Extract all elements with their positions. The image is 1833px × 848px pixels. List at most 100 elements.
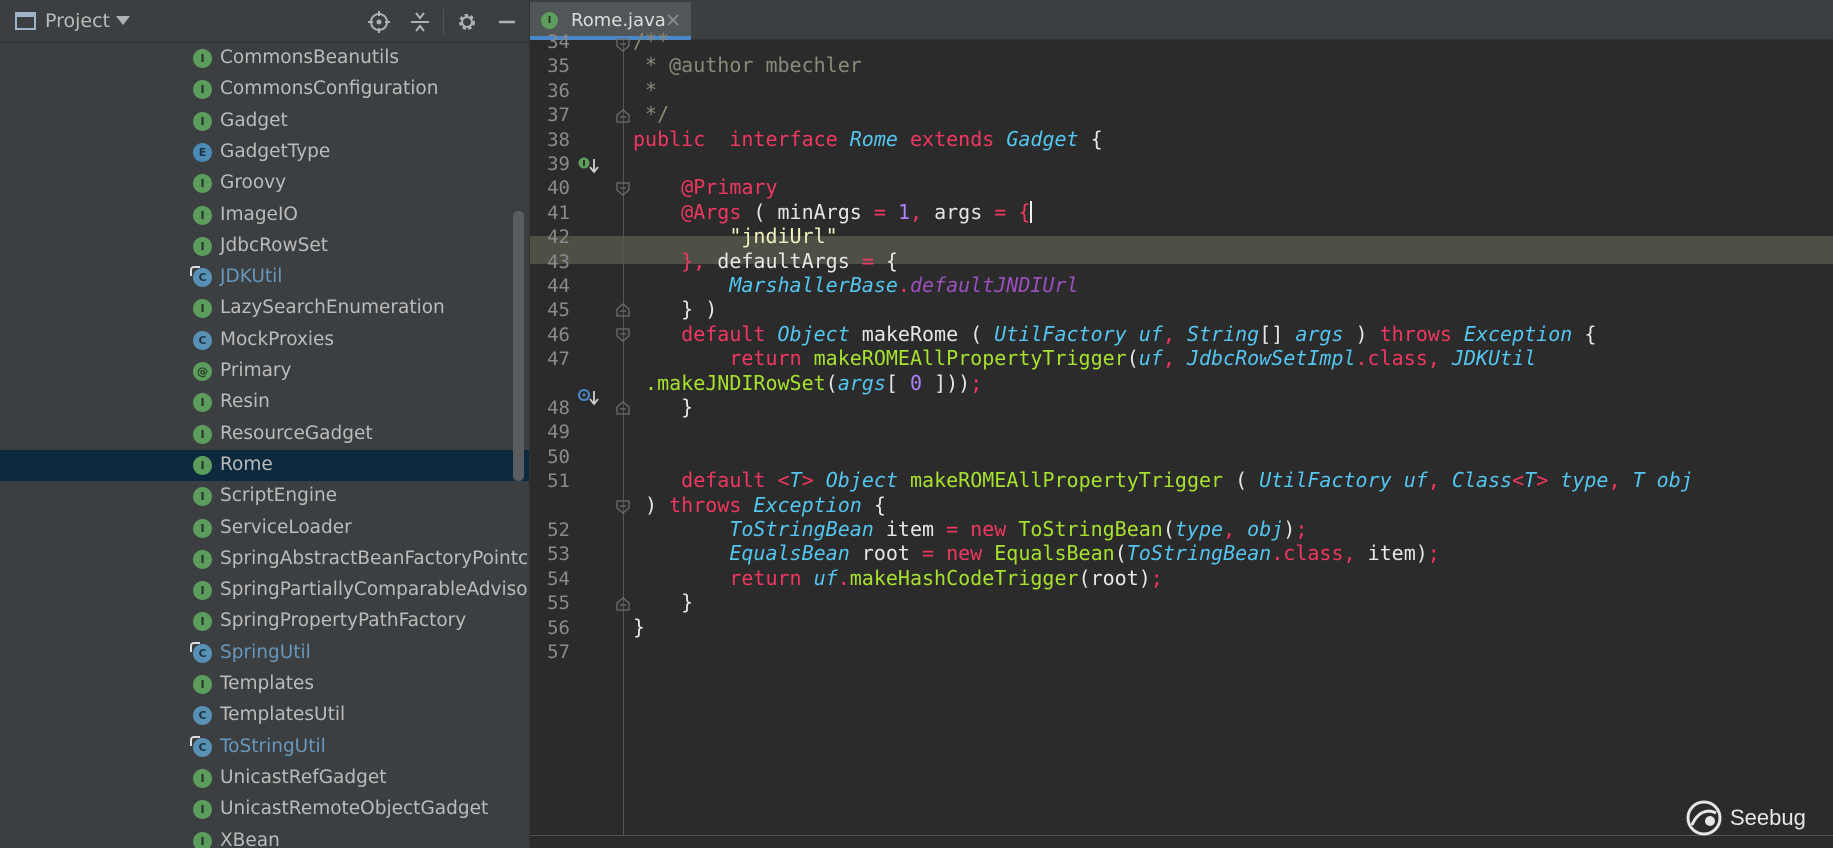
fold-marker-icon[interactable] bbox=[616, 182, 630, 196]
locate-target-icon[interactable] bbox=[368, 11, 390, 33]
tree-item-label: LazySearchEnumeration bbox=[220, 297, 445, 319]
tree-item-label: ResourceGadget bbox=[220, 422, 373, 444]
tree-item-label: UnicastRemoteObjectGadget bbox=[220, 798, 489, 820]
code-token: 0 bbox=[909, 370, 923, 395]
code-token: , bbox=[909, 199, 923, 224]
tree-item-rome[interactable]: I Rome bbox=[0, 449, 529, 481]
tree-item-serviceloader[interactable]: I ServiceLoader bbox=[0, 513, 529, 544]
tree-item-resourcegadget[interactable]: I ResourceGadget bbox=[0, 419, 529, 450]
code-token: ( bbox=[1223, 468, 1260, 493]
tree-item-springpartiallycomparableadvisorh[interactable]: I SpringPartiallyComparableAdvisorH bbox=[0, 575, 529, 606]
code-token: Rome bbox=[849, 126, 898, 151]
tree-item-templatesutil[interactable]: C TemplatesUtil bbox=[0, 700, 529, 731]
code-token: ; bbox=[1150, 565, 1163, 590]
code-token: uf bbox=[1138, 321, 1163, 346]
code-editor[interactable]: I Rome.java 34 /** 35 * @author mbechler 36… bbox=[529, 0, 1833, 848]
interface-icon: I bbox=[541, 12, 558, 29]
tree-item-groovy[interactable]: I Groovy bbox=[0, 168, 529, 199]
tree-scrollbar[interactable] bbox=[513, 211, 524, 481]
tree-item-jdbcrowset[interactable]: I JdbcRowSet bbox=[0, 231, 529, 262]
class-icon: C bbox=[193, 706, 212, 726]
code-area[interactable]: 34 /** 35 * @author mbechler 36 * 37 */ 38 pub… bbox=[530, 29, 1833, 835]
code-line[interactable]: } bbox=[633, 590, 693, 614]
tree-item-gadget[interactable]: I Gadget bbox=[0, 106, 529, 137]
tree-item-jdkutil[interactable]: C JDKUtil bbox=[0, 262, 529, 293]
tree-item-lazysearchenumeration[interactable]: I LazySearchEnumeration bbox=[0, 293, 529, 324]
code-line[interactable]: * @author mbechler bbox=[633, 53, 862, 77]
code-token: ; bbox=[970, 370, 983, 395]
code-line[interactable]: .makeJNDIRowSet(args[ 0 ])); bbox=[633, 371, 982, 395]
tree-item-commonsbeanutils[interactable]: I CommonsBeanutils bbox=[0, 43, 529, 74]
tree-item-primary[interactable]: @ Primary bbox=[0, 356, 529, 387]
tree-item-label: Gadget bbox=[220, 109, 288, 131]
code-line[interactable]: /** bbox=[633, 29, 669, 53]
minimize-icon[interactable] bbox=[496, 11, 518, 33]
overridden-method-icon[interactable] bbox=[578, 388, 600, 406]
code-line[interactable]: ToStringBean item = new ToStringBean(typ… bbox=[633, 517, 1307, 541]
tree-item-xbean[interactable]: I XBean bbox=[0, 826, 529, 848]
project-panel-title[interactable]: Project bbox=[45, 10, 110, 32]
code-line[interactable]: "jndiUrl" bbox=[633, 224, 837, 248]
code-line[interactable]: @Primary bbox=[633, 175, 777, 199]
code-token: throws bbox=[669, 492, 742, 517]
tree-item-unicastrefgadget[interactable]: I UnicastRefGadget bbox=[0, 763, 529, 794]
line-number: 46 bbox=[547, 323, 570, 346]
code-token: UtilFactory bbox=[994, 321, 1127, 346]
code-line[interactable]: } ) bbox=[633, 297, 717, 321]
fold-marker-icon[interactable] bbox=[616, 401, 630, 415]
code-line[interactable]: return uf.makeHashCodeTrigger(root); bbox=[633, 566, 1163, 590]
code-token: .class bbox=[1355, 346, 1428, 371]
tree-item-resin[interactable]: I Resin bbox=[0, 387, 529, 418]
collapse-all-icon[interactable] bbox=[409, 11, 431, 33]
tree-item-springpropertypathfactory[interactable]: I SpringPropertyPathFactory bbox=[0, 606, 529, 637]
code-line[interactable]: } bbox=[633, 395, 693, 419]
code-line[interactable]: public interface Rome extends Gadget { bbox=[633, 127, 1103, 151]
code-line[interactable]: ) throws Exception { bbox=[633, 493, 886, 517]
code-line[interactable]: */ bbox=[633, 102, 669, 126]
code-line[interactable]: @Args ( minArgs = 1, args = { bbox=[633, 199, 1033, 224]
tree-item-label: XBean bbox=[220, 829, 280, 848]
tree-item-scriptengine[interactable]: I ScriptEngine bbox=[0, 481, 529, 512]
fold-marker-icon[interactable] bbox=[616, 38, 630, 52]
fold-marker-icon[interactable] bbox=[616, 303, 630, 317]
tree-item-tostringutil[interactable]: C ToStringUtil bbox=[0, 732, 529, 763]
code-line[interactable]: MarshallerBase.defaultJNDIUrl bbox=[633, 273, 1078, 297]
tree-item-label: SpringPartiallyComparableAdvisorH bbox=[220, 579, 529, 601]
tree-item-mockproxies[interactable]: C MockProxies bbox=[0, 325, 529, 356]
tree-item-commonsconfiguration[interactable]: I CommonsConfiguration bbox=[0, 74, 529, 105]
fold-marker-icon[interactable] bbox=[616, 597, 630, 611]
tree-item-unicastremoteobjectgadget[interactable]: I UnicastRemoteObjectGadget bbox=[0, 794, 529, 825]
code-line[interactable]: }, defaultArgs = { bbox=[633, 249, 898, 273]
fold-marker-icon[interactable] bbox=[616, 328, 630, 342]
code-line[interactable]: * bbox=[633, 78, 657, 102]
close-icon[interactable] bbox=[666, 13, 680, 27]
tree-item-springabstractbeanfactorypointcut[interactable]: I SpringAbstractBeanFactoryPointcut bbox=[0, 544, 529, 575]
tree-item-imageio[interactable]: I ImageIO bbox=[0, 200, 529, 231]
tree-item-springutil[interactable]: C SpringUtil bbox=[0, 638, 529, 669]
code-line[interactable]: return makeROMEAllPropertyTrigger(uf, Jd… bbox=[633, 346, 1536, 370]
interface-icon: I bbox=[193, 455, 212, 475]
tree-item-label: Resin bbox=[220, 391, 270, 413]
code-line[interactable]: default Object makeRome ( UtilFactory uf… bbox=[633, 322, 1596, 346]
code-token: , bbox=[1162, 346, 1175, 371]
code-line[interactable]: } bbox=[633, 615, 645, 639]
tree-item-templates[interactable]: I Templates bbox=[0, 669, 529, 700]
fold-marker-icon[interactable] bbox=[616, 500, 630, 514]
tree-item-gadgettype[interactable]: E GadgetType bbox=[0, 137, 529, 168]
code-token: extends bbox=[909, 126, 995, 151]
project-tree[interactable]: I CommonsBeanutils I CommonsConfiguration I G… bbox=[0, 43, 529, 848]
interface-icon: I bbox=[193, 49, 212, 68]
code-line[interactable]: default <T> Object makeROMEAllPropertyTr… bbox=[633, 468, 1693, 492]
code-line[interactable]: EqualsBean root = new EqualsBean(ToStrin… bbox=[633, 541, 1440, 565]
chevron-down-icon[interactable] bbox=[116, 16, 130, 25]
implemented-by-icon[interactable] bbox=[578, 156, 600, 174]
tree-item-label: Rome bbox=[220, 453, 273, 475]
gear-icon[interactable] bbox=[456, 11, 478, 33]
fold-marker-icon[interactable] bbox=[616, 109, 630, 123]
code-token: { bbox=[1572, 321, 1597, 346]
code-token: } bbox=[633, 590, 694, 615]
